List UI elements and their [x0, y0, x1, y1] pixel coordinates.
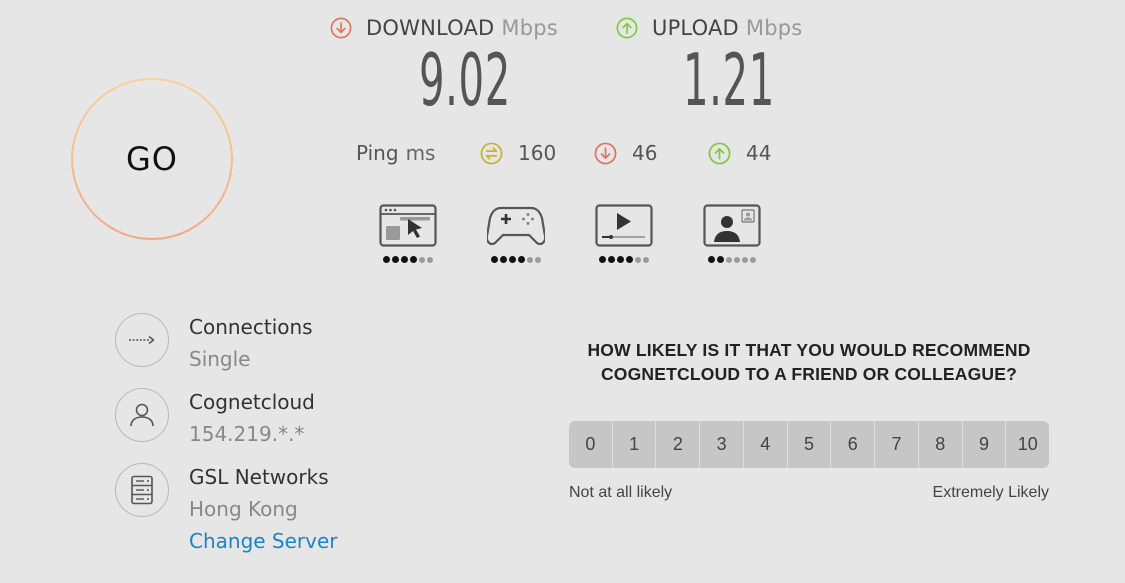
rating-dot-filled [383, 256, 390, 263]
server-info: GSL Networks Hong Kong Change Server [189, 465, 338, 553]
usage-gaming-rating [487, 256, 545, 263]
ping-download-value: 46 [632, 141, 658, 165]
go-label: GO [126, 140, 178, 178]
ping-idle-value: 160 [518, 141, 557, 165]
rating-dot-filled [608, 256, 615, 263]
upload-arrow-icon [616, 17, 638, 39]
survey-score-10[interactable]: 10 [1006, 421, 1049, 468]
ping-idle-icon [480, 142, 503, 164]
rating-dot-filled [491, 256, 498, 263]
ping-upload-icon [708, 142, 731, 164]
connections-value: Single [189, 347, 251, 371]
survey-score-6[interactable]: 6 [831, 421, 876, 468]
download-value: 9.02 [419, 38, 511, 122]
usage-streaming [595, 204, 653, 263]
rating-dot-empty [527, 256, 533, 263]
ping-row: Ping ms [356, 141, 435, 165]
connections-arrow-icon [129, 335, 155, 345]
survey-score-5[interactable]: 5 [788, 421, 832, 468]
rating-dot-empty [635, 256, 641, 263]
ping-unit: ms [405, 141, 436, 165]
download-unit: Mbps [501, 16, 558, 40]
gaming-icon [487, 206, 545, 246]
server-icon-wrap [115, 463, 169, 517]
user-icon [130, 403, 154, 427]
rating-dot-empty [750, 256, 756, 263]
ping-upload: 44 [708, 141, 771, 165]
server-location: Hong Kong [189, 497, 298, 521]
connections-icon-wrap[interactable] [115, 313, 169, 367]
ping-label: Ping [356, 141, 399, 165]
provider-info: Cognetcloud 154.219.*.* [189, 390, 315, 446]
provider-title: Cognetcloud [189, 390, 315, 414]
rating-dot-filled [599, 256, 606, 263]
ping-download: 46 [594, 141, 657, 165]
rating-dot-filled [401, 256, 408, 263]
provider-ip: 154.219.*.* [189, 422, 305, 446]
download-arrow-icon [330, 17, 352, 39]
rating-dot-empty [734, 256, 740, 263]
rating-dot-filled [617, 256, 624, 263]
survey-score-9[interactable]: 9 [963, 421, 1007, 468]
survey-score-2[interactable]: 2 [656, 421, 701, 468]
server-title: GSL Networks [189, 465, 329, 489]
go-button[interactable]: GO [71, 78, 233, 240]
rating-dot-filled [518, 256, 525, 263]
rating-dot-empty [419, 256, 425, 263]
rating-dot-filled [392, 256, 399, 263]
upload-header: UPLOAD Mbps [616, 16, 802, 40]
ping-idle: 160 [480, 141, 556, 165]
survey-score-8[interactable]: 8 [919, 421, 963, 468]
survey-scale: 0 1 2 3 4 5 6 7 8 9 10 [569, 421, 1049, 468]
survey-score-0[interactable]: 0 [569, 421, 613, 468]
provider-icon-wrap [115, 388, 169, 442]
survey-low-label: Not at all likely [569, 484, 673, 501]
connections-title: Connections [189, 315, 313, 339]
streaming-icon [595, 204, 653, 247]
survey-high-label: Extremely Likely [932, 484, 1049, 501]
connections-info: Connections Single [189, 315, 313, 371]
survey-score-4[interactable]: 4 [744, 421, 788, 468]
rating-dot-empty [643, 256, 649, 263]
download-header: DOWNLOAD Mbps [330, 16, 558, 40]
usage-browsing-rating [379, 256, 437, 263]
usage-video-chat [703, 204, 761, 263]
ping-download-icon [594, 142, 617, 164]
ping-upload-value: 44 [746, 141, 772, 165]
rating-dot-filled [626, 256, 633, 263]
rating-dot-empty [535, 256, 541, 263]
upload-value: 1.21 [683, 38, 775, 122]
rating-dot-filled [410, 256, 417, 263]
rating-dot-filled [717, 256, 724, 263]
upload-unit: Mbps [745, 16, 803, 40]
usage-gaming [487, 204, 545, 263]
change-server-link[interactable]: Change Server [189, 529, 338, 553]
usage-browsing [379, 204, 437, 263]
download-label: DOWNLOAD [366, 16, 495, 40]
usage-video-chat-rating [703, 256, 761, 263]
rating-dot-filled [708, 256, 715, 263]
rating-dot-empty [726, 256, 732, 263]
video-chat-icon [703, 204, 761, 247]
usage-streaming-rating [595, 256, 653, 263]
upload-label: UPLOAD [652, 16, 739, 40]
survey-score-3[interactable]: 3 [700, 421, 744, 468]
survey-score-1[interactable]: 1 [613, 421, 657, 468]
survey-question: HOW LIKELY IS IT THAT YOU WOULD RECOMMEN… [587, 340, 1031, 384]
rating-dot-empty [742, 256, 748, 263]
rating-dot-filled [509, 256, 516, 263]
rating-dot-empty [427, 256, 433, 263]
survey-score-7[interactable]: 7 [875, 421, 919, 468]
server-icon [131, 475, 153, 505]
rating-dot-filled [500, 256, 507, 263]
browsing-icon [379, 204, 437, 247]
